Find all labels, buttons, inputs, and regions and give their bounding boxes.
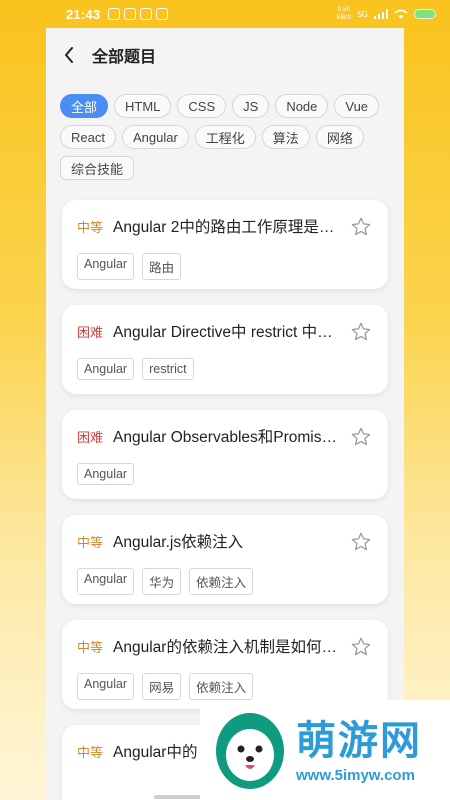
filter-chip-node[interactable]: Node bbox=[275, 94, 329, 118]
app-notification-icon bbox=[140, 8, 153, 20]
question-card[interactable]: 中等 Angular.js依赖注入 Angular 华为 依赖注入 bbox=[62, 515, 388, 604]
app-notification-icon bbox=[156, 8, 169, 20]
page-title: 全部题目 bbox=[92, 49, 157, 66]
filter-chip-engineering[interactable]: 工程化 bbox=[194, 125, 256, 149]
watermark-title: 萌游网 bbox=[296, 717, 422, 764]
question-title: Angular 2中的路由工作原理是怎样的 bbox=[113, 219, 338, 236]
filter-chip-js[interactable]: JS bbox=[232, 94, 270, 118]
star-outline-icon[interactable] bbox=[350, 321, 372, 343]
status-indicators: 0.50 KB/S 5G bbox=[337, 6, 436, 22]
signal-label: 5G bbox=[357, 9, 368, 19]
tag-list: Angular 网易 依赖注入 bbox=[77, 673, 373, 700]
tag[interactable]: 依赖注入 bbox=[189, 568, 254, 595]
question-title: Angular Observables和Promises有什么区别 bbox=[113, 429, 338, 446]
difficulty-label: 中等 bbox=[77, 219, 104, 235]
tag[interactable]: 依赖注入 bbox=[189, 673, 254, 700]
tag-list: Angular restrict bbox=[77, 358, 373, 380]
category-filters: 全部 HTML CSS JS Node Vue React Angular 工程… bbox=[46, 82, 404, 180]
tag[interactable]: Angular bbox=[77, 673, 135, 700]
question-title: Angular.js依赖注入 bbox=[113, 534, 244, 551]
tag[interactable]: Angular bbox=[77, 568, 135, 595]
difficulty-label: 中等 bbox=[77, 744, 104, 760]
dog-mascot-icon bbox=[216, 713, 284, 789]
battery-icon bbox=[414, 9, 436, 19]
tag[interactable]: 路由 bbox=[142, 253, 182, 280]
difficulty-label: 困难 bbox=[77, 324, 104, 340]
filter-chip-all[interactable]: 全部 bbox=[60, 94, 109, 118]
filter-chip-vue[interactable]: Vue bbox=[334, 94, 380, 118]
main-panel: 全部题目 全部 HTML CSS JS Node Vue React Angul… bbox=[46, 28, 404, 800]
star-outline-icon[interactable] bbox=[350, 426, 372, 448]
tag-list: Angular 路由 bbox=[77, 253, 373, 280]
app-notification-icon bbox=[108, 8, 121, 20]
star-outline-icon[interactable] bbox=[350, 531, 372, 553]
difficulty-label: 中等 bbox=[77, 639, 104, 655]
status-time: 21:43 bbox=[66, 6, 101, 22]
header: 全部题目 bbox=[46, 28, 404, 82]
app-notification-icon bbox=[124, 8, 137, 20]
back-icon[interactable] bbox=[60, 46, 78, 64]
tag[interactable]: 华为 bbox=[142, 568, 182, 595]
tag[interactable]: Angular bbox=[77, 253, 135, 280]
difficulty-label: 困难 bbox=[77, 429, 104, 445]
status-app-icons bbox=[108, 8, 169, 20]
filter-chip-general-skills[interactable]: 综合技能 bbox=[60, 156, 135, 180]
filter-chip-react[interactable]: React bbox=[60, 125, 116, 149]
tag-list: Angular bbox=[77, 463, 373, 485]
star-outline-icon[interactable] bbox=[350, 636, 372, 658]
signal-icon bbox=[374, 9, 388, 19]
tag[interactable]: Angular bbox=[77, 358, 135, 380]
watermark: 萌游网 www.5imyw.com bbox=[200, 700, 450, 800]
star-outline-icon[interactable] bbox=[350, 216, 372, 238]
filter-chip-network[interactable]: 网络 bbox=[315, 125, 364, 149]
filter-chip-html[interactable]: HTML bbox=[114, 94, 172, 118]
question-card[interactable]: 困难 Angular Directive中 restrict 中分别可以怎样设置… bbox=[62, 305, 388, 394]
question-card[interactable]: 中等 Angular 2中的路由工作原理是怎样的 Angular 路由 bbox=[62, 200, 388, 289]
tag[interactable]: 网易 bbox=[142, 673, 182, 700]
net-speed-unit: KB/S bbox=[336, 14, 352, 21]
difficulty-label: 中等 bbox=[77, 534, 104, 550]
watermark-url: www.5imyw.com bbox=[296, 766, 415, 784]
filter-chip-algorithm[interactable]: 算法 bbox=[261, 125, 310, 149]
filter-chip-css[interactable]: CSS bbox=[177, 94, 227, 118]
question-title: Angular的依赖注入机制是如何实现的 bbox=[113, 639, 338, 656]
wifi-icon bbox=[394, 9, 408, 19]
status-bar: 21:43 0.50 KB/S 5G bbox=[0, 0, 450, 28]
tag[interactable]: restrict bbox=[142, 358, 194, 380]
tag-list: Angular 华为 依赖注入 bbox=[77, 568, 373, 595]
question-title: Angular Directive中 restrict 中分别可以怎样设置 bbox=[113, 324, 338, 341]
question-card[interactable]: 困难 Angular Observables和Promises有什么区别 Ang… bbox=[62, 410, 388, 499]
filter-chip-angular[interactable]: Angular bbox=[121, 125, 189, 149]
net-speed-value: 0.50 bbox=[337, 6, 351, 13]
tag[interactable]: Angular bbox=[77, 463, 135, 485]
net-speed: 0.50 KB/S bbox=[337, 6, 352, 22]
question-card[interactable]: 中等 Angular的依赖注入机制是如何实现的 Angular 网易 依赖注入 bbox=[62, 620, 388, 709]
